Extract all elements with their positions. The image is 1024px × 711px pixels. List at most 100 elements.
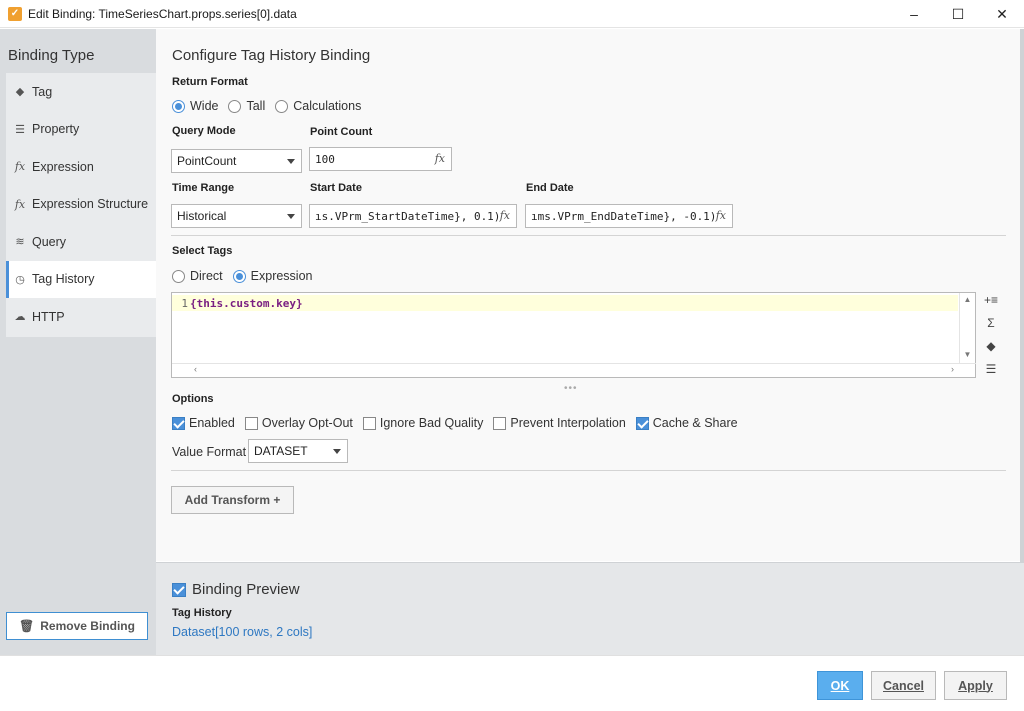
value-format-label: Value Format (172, 445, 247, 459)
option-cache-and-share[interactable]: Cache & Share (635, 416, 738, 430)
trash-icon: 🗑 (19, 619, 35, 633)
editor-code[interactable]: {this.custom.key} (190, 297, 303, 310)
binding-type-expression[interactable]: fx Expression (6, 148, 156, 186)
radio-label: Tall (246, 99, 266, 113)
binding-type-label: Tag (32, 84, 53, 99)
editor-vertical-scrollbar[interactable]: ▲ ▼ (959, 293, 975, 363)
remove-binding-label: Remove Binding (40, 619, 135, 633)
time-range-select[interactable]: Historical (171, 204, 302, 228)
checkbox-checked[interactable] (635, 416, 649, 430)
radio-button[interactable] (275, 99, 289, 113)
database-icon: ≋ (15, 236, 25, 249)
end-date-label: End Date (526, 182, 574, 194)
binding-type-expression-structure[interactable]: fx Expression Structure (6, 186, 156, 224)
tag-icon[interactable]: ◆ (983, 339, 999, 353)
config-panel: Configure Tag History Binding Return For… (156, 29, 1020, 561)
window-titlebar: ✓ Edit Binding: TimeSeriesChart.props.se… (0, 0, 1024, 28)
binding-type-query[interactable]: ≋ Query (6, 223, 156, 261)
dialog-footer: OK Cancel Apply (0, 655, 1024, 711)
radio-expression[interactable]: Expression (232, 269, 313, 283)
clock-icon: ◷ (15, 273, 25, 286)
binding-type-tag[interactable]: ◆ Tag (6, 73, 156, 111)
editor-line[interactable]: 1 {this.custom.key} (172, 295, 958, 311)
point-count-field[interactable]: 100 fx (309, 147, 452, 171)
maximize-button[interactable]: ☐ (936, 0, 980, 28)
checkbox-label: Ignore Bad Quality (379, 416, 484, 430)
checkbox-label: Enabled (189, 416, 235, 430)
binding-type-tag-history[interactable]: ◷ Tag History (6, 260, 156, 298)
checkbox-checked[interactable] (172, 582, 186, 597)
option-enabled[interactable]: Enabled (172, 416, 235, 430)
binding-type-http[interactable]: ☁ HTTP (6, 298, 156, 336)
scroll-right-icon[interactable]: › (951, 364, 954, 374)
start-date-value: ıs.VPrm_StartDateTime}, 0.1) (315, 209, 501, 223)
editor-horizontal-scrollbar[interactable]: ‹ › (172, 363, 976, 377)
ok-button[interactable]: OK (817, 671, 863, 700)
radio-wide[interactable]: Wide (172, 99, 218, 113)
checkbox[interactable] (362, 416, 376, 430)
chevron-down-icon (333, 449, 341, 454)
fx-icon[interactable]: fx (500, 209, 510, 222)
sigma-icon[interactable]: Σ (983, 316, 999, 330)
checkbox[interactable] (244, 416, 258, 430)
binding-type-label: Expression (32, 159, 94, 174)
time-range-label: Time Range (172, 182, 235, 194)
value-format-select[interactable]: DATASET (248, 439, 348, 463)
page-title: Configure Tag History Binding (172, 47, 371, 64)
scroll-down-icon[interactable]: ▼ (960, 350, 975, 359)
binding-type-label: HTTP (32, 309, 65, 324)
scroll-up-icon[interactable]: ▲ (960, 295, 975, 304)
checkbox[interactable] (493, 416, 507, 430)
radio-label: Wide (190, 99, 219, 113)
value-format-value: DATASET (254, 444, 308, 458)
option-ignore-bad-quality[interactable]: Ignore Bad Quality (362, 416, 484, 430)
line-number: 1 (181, 296, 188, 310)
fx-icon[interactable]: fx (716, 209, 726, 222)
binding-preview-toggle[interactable]: Binding Preview (172, 581, 300, 598)
chevron-down-icon (287, 159, 295, 164)
radio-button[interactable] (228, 99, 242, 113)
start-date-field[interactable]: ıs.VPrm_StartDateTime}, 0.1) fx (309, 204, 517, 228)
options-label: Options (172, 393, 214, 405)
checkbox-label: Prevent Interpolation (510, 416, 626, 430)
remove-binding-button[interactable]: 🗑 Remove Binding (6, 612, 148, 640)
minimize-button[interactable]: – (892, 0, 936, 28)
select-tags-label: Select Tags (172, 245, 233, 257)
radio-calculations[interactable]: Calculations (275, 99, 361, 113)
binding-preview-title: Binding Preview (192, 581, 300, 598)
radio-label: Expression (250, 269, 313, 283)
cancel-button[interactable]: Cancel (871, 671, 936, 700)
radio-button[interactable] (172, 269, 185, 283)
property-icon[interactable]: ☰ (983, 362, 999, 376)
tag-icon: ◆ (15, 86, 25, 99)
time-range-value: Historical (177, 209, 227, 223)
query-mode-select[interactable]: PointCount (171, 149, 302, 173)
radio-label: Direct (190, 269, 223, 283)
checkbox-label: Overlay Opt-Out (261, 416, 353, 430)
apply-button[interactable]: Apply (944, 671, 1007, 700)
radio-tall[interactable]: Tall (228, 99, 265, 113)
sidebar-heading: Binding Type (8, 47, 95, 64)
point-count-value: 100 (315, 152, 335, 166)
preview-value: Dataset[100 rows, 2 cols] (172, 625, 313, 639)
radio-button-selected[interactable] (172, 99, 185, 113)
option-prevent-interpolation[interactable]: Prevent Interpolation (493, 416, 626, 430)
binding-type-list: ◆ Tag ☰ Property fx Expression fx Expres… (6, 73, 156, 337)
query-mode-value: PointCount (177, 154, 237, 168)
close-button[interactable]: ✕ (980, 0, 1024, 28)
radio-button-selected[interactable] (232, 269, 246, 283)
binding-type-sidebar: Binding Type ◆ Tag ☰ Property fx Express… (0, 29, 156, 655)
end-date-field[interactable]: ıms.VPrm_EndDateTime}, -0.1) fx (525, 204, 733, 228)
resize-grip-icon[interactable]: ••• (564, 383, 578, 394)
add-transform-button[interactable]: Add Transform + (171, 486, 294, 514)
add-tag-icon[interactable]: +≡ (983, 293, 999, 307)
binding-type-property[interactable]: ☰ Property (6, 111, 156, 149)
radio-direct[interactable]: Direct (172, 269, 223, 283)
checkbox-checked[interactable] (172, 416, 185, 430)
scroll-left-icon[interactable]: ‹ (194, 364, 197, 374)
fx-icon[interactable]: fx (435, 152, 445, 165)
divider (171, 470, 1006, 471)
binding-preview-panel: Binding Preview Tag History Dataset[100 … (156, 562, 1024, 655)
option-overlay-opt-out[interactable]: Overlay Opt-Out (244, 416, 353, 430)
tag-expression-editor[interactable]: 1 {this.custom.key} ▲ ▼ ‹ › (171, 292, 976, 378)
